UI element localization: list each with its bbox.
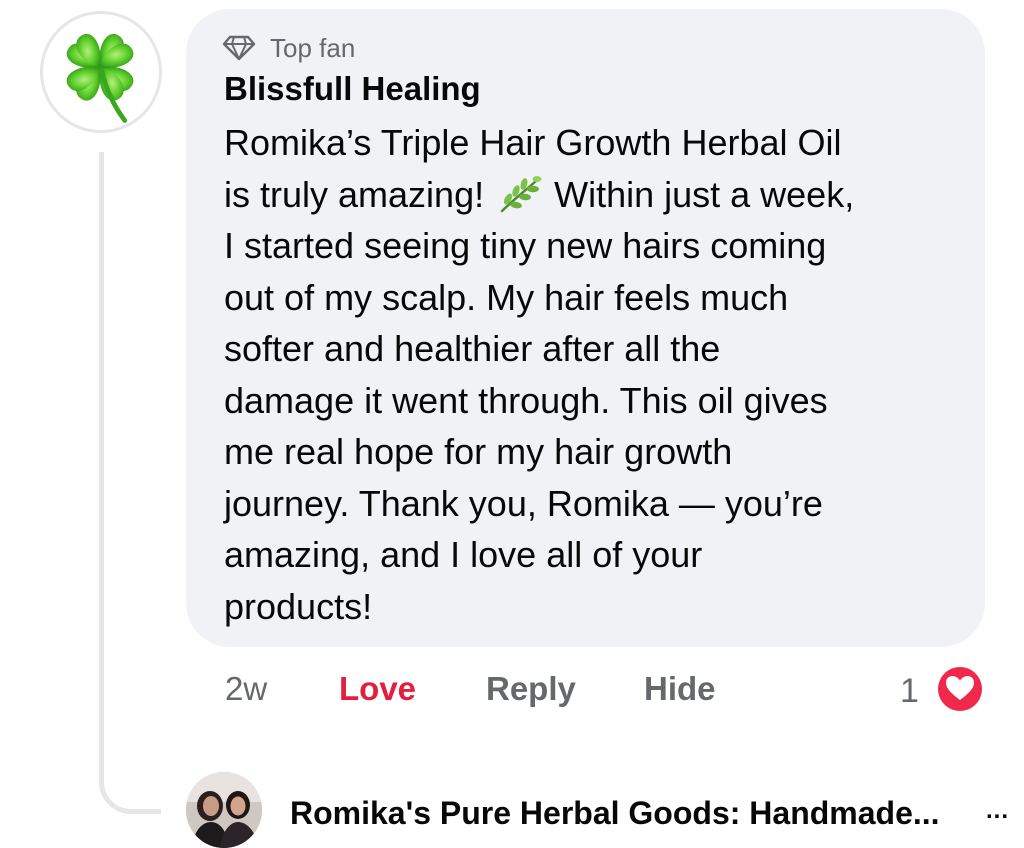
comment-line: is truly amazing! Within just a week, <box>224 169 964 221</box>
comment-actions: 2w Love Reply Hide 1 <box>0 664 1024 714</box>
comment-line-part: is truly amazing! <box>224 173 495 215</box>
commenter-avatar[interactable] <box>40 11 162 133</box>
reply-button[interactable]: Reply <box>486 670 576 708</box>
comment-author[interactable]: Blissfull Healing <box>224 70 481 108</box>
comment-line: out of my scalp. My hair feels much <box>224 276 789 318</box>
profile-photo-icon <box>186 772 262 848</box>
love-reaction-icon[interactable] <box>933 662 987 716</box>
comment-line: Romika’s Triple Hair Growth Herbal Oil <box>224 122 842 163</box>
top-fan-badge: Top fan <box>222 31 355 65</box>
comment-line: I started seeing tiny new hairs coming <box>224 225 827 266</box>
comment-line: softer and healthier after all the <box>224 328 721 369</box>
hide-button[interactable]: Hide <box>644 670 716 708</box>
comment-line: me real hope for my hair growth <box>224 431 733 472</box>
comment-line: journey. Thank you, Romika — you’re <box>224 482 823 524</box>
comment-line: amazing, and I love all of your <box>224 534 703 575</box>
love-button[interactable]: Love <box>339 670 416 708</box>
badge-label: Top fan <box>270 32 356 63</box>
comment-line: products! <box>224 585 373 627</box>
comment-line: damage it went through. This oil gives <box>224 379 828 421</box>
more-options-button[interactable]: ... <box>986 797 1009 825</box>
reaction-count[interactable]: 1 <box>900 672 919 711</box>
reply-author-avatar[interactable] <box>186 772 262 848</box>
comment-timestamp[interactable]: 2w <box>225 670 267 708</box>
reply-author-name[interactable]: Romika's Pure Herbal Goods: Handmade... <box>290 795 940 832</box>
four-leaf-clover-icon <box>66 34 134 123</box>
herb-emoji <box>500 175 542 212</box>
comment-text: Romika’s Triple Hair Growth Herbal Oil i… <box>224 117 964 632</box>
diamond-icon <box>222 35 256 61</box>
reply-thread-line <box>99 152 161 814</box>
comment-line-part: Within just a week, <box>544 173 855 215</box>
